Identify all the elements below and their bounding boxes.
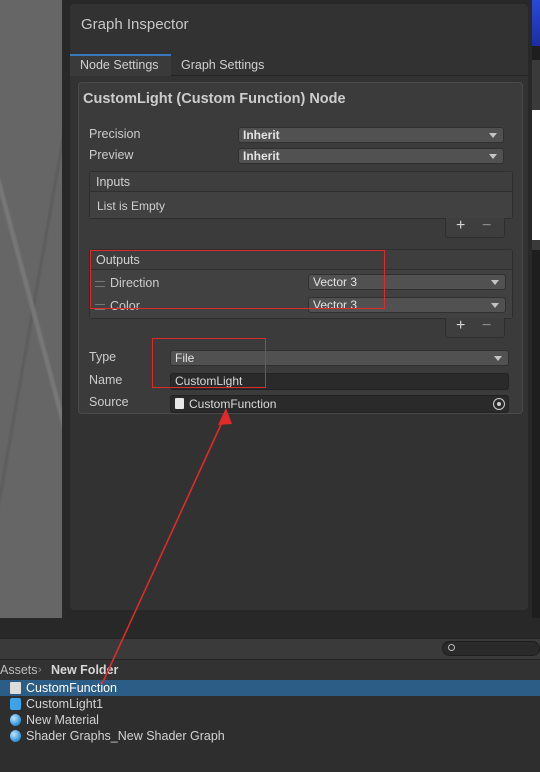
outputs-add-button[interactable]: + (456, 317, 465, 335)
inputs-remove-button[interactable]: − (482, 217, 491, 235)
breadcrumb: Assets › New Folder (0, 660, 540, 680)
chevron-right-icon: › (38, 664, 42, 676)
annotation-type-name-box (152, 338, 266, 388)
preview-dropdown[interactable]: Inherit (238, 148, 504, 164)
text-file-icon (10, 682, 21, 694)
chevron-down-icon (491, 303, 499, 308)
window-title: Graph Inspector (81, 16, 189, 33)
outputs-remove-button[interactable]: − (482, 317, 491, 335)
annotation-outputs-box (90, 250, 385, 309)
search-input[interactable] (442, 641, 540, 656)
inputs-add-button[interactable]: + (456, 217, 465, 235)
search-icon (448, 644, 455, 651)
material-sphere-icon (10, 714, 21, 726)
project-toolbar (0, 638, 540, 660)
list-item[interactable]: CustomFunction (0, 680, 540, 696)
inputs-body: List is Empty (90, 192, 512, 218)
file-name: CustomFunction (26, 681, 118, 695)
list-item[interactable]: CustomLight1 (0, 696, 540, 712)
chevron-down-icon (491, 280, 499, 285)
outputs-add-remove: + − (445, 317, 505, 338)
file-name: Shader Graphs_New Shader Graph (26, 729, 225, 743)
inputs-list: Inputs List is Empty (89, 171, 513, 219)
material-sphere-icon (10, 730, 21, 742)
source-label: Source (89, 395, 129, 409)
file-name: New Material (26, 713, 99, 727)
tab-graph-settings[interactable]: Graph Settings (171, 54, 274, 76)
inputs-empty-text: List is Empty (97, 199, 166, 213)
inspector-tabs: Node Settings Graph Settings (70, 54, 528, 76)
precision-value: Inherit (243, 128, 280, 142)
source-value: CustomFunction (189, 397, 277, 411)
project-file-list: CustomFunction CustomLight1 New Material… (0, 680, 540, 772)
object-picker-icon[interactable] (493, 398, 505, 410)
inputs-add-remove: + − (445, 217, 505, 238)
precision-label: Precision (89, 127, 141, 141)
node-settings-section: CustomLight (Custom Function) Node Preci… (78, 82, 523, 414)
inputs-header: Inputs (90, 172, 512, 192)
preview-value: Inherit (243, 149, 280, 163)
chevron-down-icon (494, 356, 502, 361)
scene-view-left (0, 0, 68, 618)
name-label: Name (89, 373, 123, 387)
type-label: Type (89, 350, 117, 364)
precision-dropdown[interactable]: Inherit (238, 127, 504, 143)
breadcrumb-new-folder[interactable]: New Folder (51, 660, 118, 680)
preview-label: Preview (89, 148, 134, 162)
node-title: CustomLight (Custom Function) Node (83, 91, 346, 107)
chevron-down-icon (489, 154, 497, 159)
graph-inspector-window: Graph Inspector Node Settings Graph Sett… (62, 0, 532, 618)
text-file-icon (175, 398, 184, 409)
tab-node-settings[interactable]: Node Settings (70, 54, 171, 76)
shader-icon (10, 698, 21, 710)
list-item[interactable]: New Material (0, 712, 540, 728)
source-object-field[interactable]: CustomFunction (170, 395, 509, 413)
list-item[interactable]: Shader Graphs_New Shader Graph (0, 728, 540, 744)
chevron-down-icon (489, 133, 497, 138)
project-panel: Assets › New Folder CustomFunction Custo… (0, 618, 540, 772)
breadcrumb-assets[interactable]: Assets (0, 660, 38, 680)
file-name: CustomLight1 (26, 697, 104, 711)
